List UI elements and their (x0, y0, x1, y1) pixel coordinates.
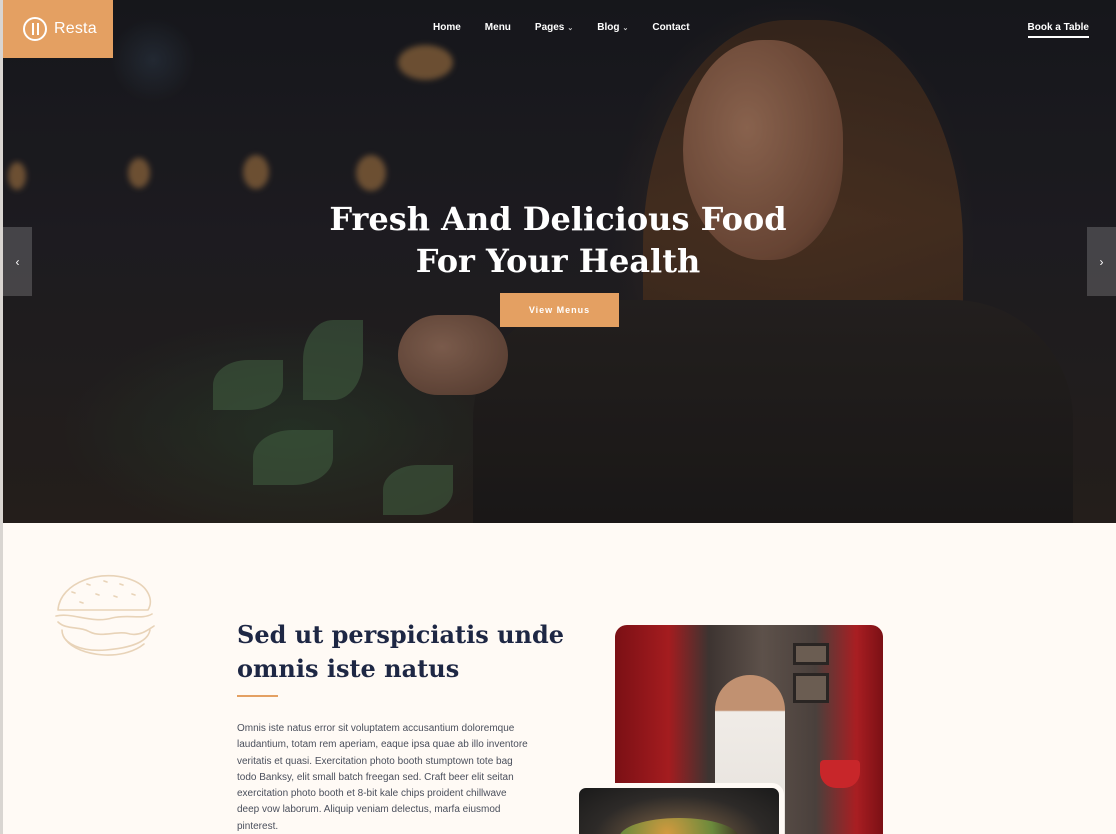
fork-spoon-icon (23, 17, 47, 41)
paragraph-line: pinterest. (237, 820, 279, 832)
dish-photo (574, 783, 784, 834)
nav-item-pages[interactable]: Pages ⌄ (535, 22, 573, 33)
nav-label: Menu (484, 22, 511, 33)
burger-icon (55, 574, 155, 656)
paragraph-line: Omnis iste natus error sit voluptatem ac… (237, 723, 515, 734)
nav-label: Pages (534, 22, 565, 33)
chevron-down-icon: ⌄ (622, 24, 629, 32)
nav-item-menu[interactable]: Menu (485, 22, 511, 33)
nav-label: Contact (652, 22, 690, 33)
nav-item-home[interactable]: Home (433, 22, 461, 33)
chevron-right-icon: › (1099, 254, 1104, 269)
nav-item-blog[interactable]: Blog ⌄ (597, 22, 628, 33)
wall-picture (793, 673, 829, 703)
view-menus-button[interactable]: View Menus (500, 293, 619, 327)
slider-next-button[interactable]: › (1087, 227, 1116, 296)
hero-title-line: For Your Health (415, 242, 701, 280)
about-title-line: omnis iste natus (237, 654, 460, 683)
paragraph-line: exercitation photo booth et 8-bit kale c… (237, 788, 507, 800)
main-nav: Home Menu Pages ⌄ Blog ⌄ Contact (433, 22, 714, 33)
paragraph-line: laudantium, totam rem aperiam, eaque ips… (237, 739, 528, 751)
nav-label: Home (433, 22, 461, 33)
paragraph-line: veritatis et quasi. Exercitation photo b… (237, 755, 513, 767)
logo[interactable]: Resta (3, 0, 113, 58)
paragraph-line: todo Banksy, elit small batch freegan se… (237, 771, 514, 783)
red-cup (820, 760, 860, 788)
chevron-left-icon: ‹ (15, 254, 20, 269)
paragraph-line: deep vow laborum. Aliquip veniam delectu… (237, 804, 501, 816)
hero-title-line: Fresh And Delicious Food (329, 200, 787, 238)
nav-item-contact[interactable]: Contact (652, 22, 689, 33)
slider-prev-button[interactable]: ‹ (3, 227, 32, 296)
nav-label: Blog (597, 22, 620, 33)
chevron-down-icon: ⌄ (567, 24, 574, 32)
logo-text: Resta (54, 20, 97, 37)
about-title: Sed ut perspiciatis unde omnis iste natu… (237, 618, 567, 686)
wall-picture (793, 643, 829, 665)
food-plate (619, 818, 739, 834)
title-divider (237, 695, 278, 697)
book-table-link[interactable]: Book a Table (1027, 22, 1089, 38)
hero-title: Fresh And Delicious Food For Your Health (0, 198, 1116, 282)
about-title-line: Sed ut perspiciatis unde (237, 620, 565, 649)
about-paragraph: Omnis iste natus error sit voluptatem ac… (237, 721, 557, 834)
